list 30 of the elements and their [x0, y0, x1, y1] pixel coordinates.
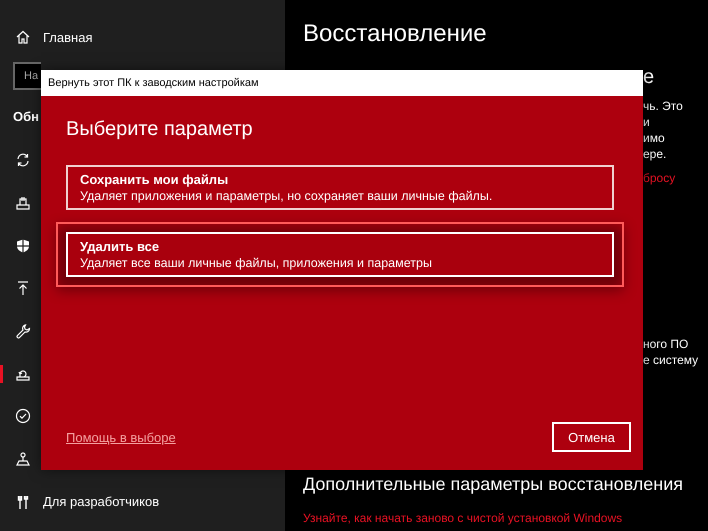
description-text: имо: [643, 130, 666, 146]
shield-icon: [15, 238, 31, 254]
section-heading: Дополнительные параметры восстановления: [303, 474, 684, 495]
description-text: и: [643, 114, 651, 130]
clean-install-link[interactable]: Узнайте, как начать заново с чистой установкой Windows: [303, 511, 708, 525]
search-field[interactable]: На: [13, 62, 41, 90]
sync-icon: [15, 152, 31, 168]
home-icon: [15, 29, 31, 45]
tray-icon: [15, 195, 31, 212]
section-title: Обн: [12, 108, 39, 126]
home-link[interactable]: Главная: [43, 30, 92, 44]
description-text: ного ПО: [643, 336, 690, 352]
option-button[interactable]: Сохранить мои файлы Удаляет приложения и параметры, но сохраняет ваши личные файлы.: [66, 165, 614, 210]
check-circle-icon: [15, 408, 31, 424]
tools-icon: [15, 494, 31, 510]
reset-link[interactable]: бросу: [643, 170, 708, 186]
page-title: Восстановление: [303, 20, 488, 49]
help-link[interactable]: Помощь в выборе: [66, 430, 176, 444]
description-text: чь. Это: [643, 98, 684, 114]
wrench-icon: [15, 323, 31, 340]
dialog-heading: Выберите параметр: [66, 118, 254, 141]
description-text: е систему: [643, 352, 700, 368]
section-heading: е: [643, 65, 656, 90]
nav-item[interactable]: Для разработчиков: [0, 480, 168, 524]
person-icon: [15, 451, 31, 468]
description-text: ере.: [643, 146, 668, 162]
cancel-button[interactable]: Отмена: [552, 422, 631, 452]
option-button[interactable]: Удалить все Удаляет все ваши личные файлы, приложения и параметры: [66, 232, 614, 277]
dialog-title: Вернуть этот ПК к заводским настройкам: [41, 70, 643, 96]
upload-icon: [15, 280, 31, 296]
